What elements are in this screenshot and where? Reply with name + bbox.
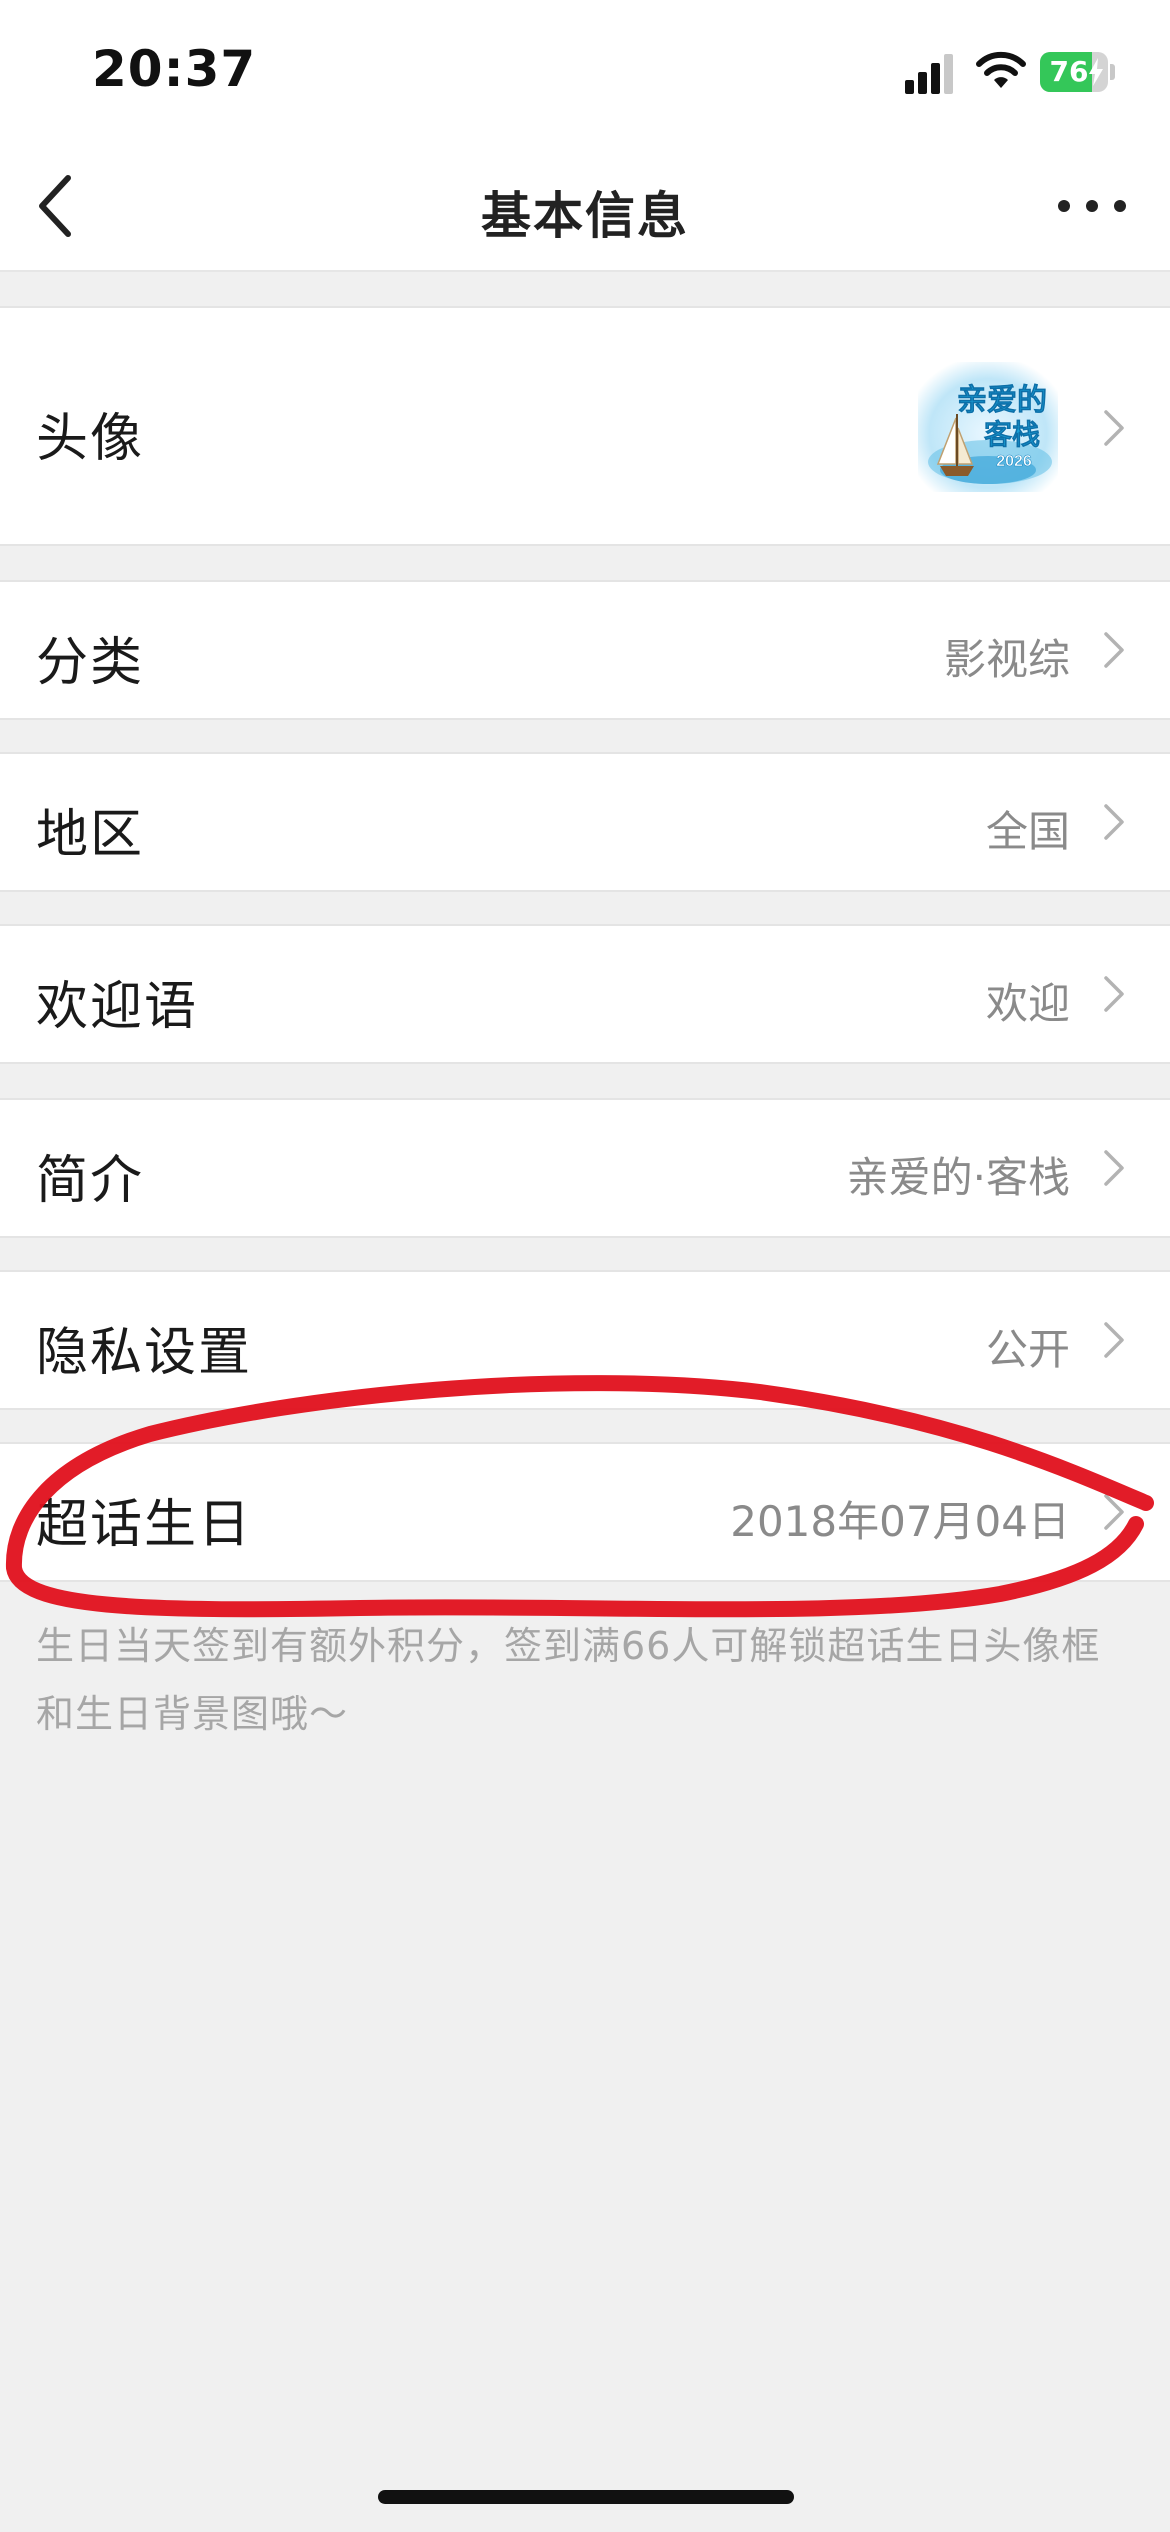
wifi-icon [976,51,1026,88]
battery-icon: 76 [1040,52,1108,92]
row-label-category: 分类 [36,633,145,693]
row-label-welcome: 欢迎语 [36,977,199,1037]
row-label-region: 地区 [36,805,145,865]
intro-row[interactable]: 简介 亲爱的·客栈 [0,1098,1170,1238]
signal-icon [905,54,953,94]
row-value-birthday: 2018年07月04日 [730,1497,1070,1546]
svg-text:亲爱的: 亲爱的 [957,384,1047,417]
row-label-privacy: 隐私设置 [36,1323,253,1383]
nav-bar: 基本信息 [0,140,1170,272]
status-time: 20:37 [92,40,257,98]
region-row[interactable]: 地区 全国 [0,752,1170,892]
chevron-right-icon [1104,976,1124,1012]
chevron-right-icon [1104,1494,1124,1530]
row-value-category: 影视综 [943,635,1070,684]
status-bar: 20:37 76 [0,0,1170,140]
birthday-footnote: 生日当天签到有额外积分，签到满66人可解锁超话生日头像框和生日背景图哦～ [36,1624,1101,1736]
avatar-row[interactable]: 头像 亲爱的 客栈 2026 [0,306,1170,546]
avatar[interactable]: 亲爱的 客栈 2026 [918,362,1058,492]
welcome-row[interactable]: 欢迎语 欢迎 [0,924,1170,1064]
chevron-right-icon [1104,1150,1124,1186]
privacy-row[interactable]: 隐私设置 公开 [0,1270,1170,1410]
row-label-intro: 简介 [36,1151,145,1211]
row-value-privacy: 公开 [985,1325,1070,1374]
row-value-region: 全国 [985,807,1070,856]
chevron-right-icon [1104,804,1124,840]
birthday-row[interactable]: 超话生日 2018年07月04日 [0,1442,1170,1582]
chevron-right-icon [1104,410,1124,446]
chevron-right-icon [1104,632,1124,668]
category-row[interactable]: 分类 影视综 [0,580,1170,720]
row-label-avatar: 头像 [36,409,145,469]
battery-cap [1110,64,1115,80]
svg-text:客栈: 客栈 [984,418,1040,450]
chevron-right-icon [1104,1322,1124,1358]
page-title: 基本信息 [481,187,689,245]
charging-bolt-icon [1089,58,1103,86]
more-button[interactable] [1052,186,1132,226]
row-value-intro: 亲爱的·客栈 [846,1153,1070,1202]
avatar-year: 2026 [996,453,1032,470]
more-dots-icon [1058,200,1126,212]
home-indicator[interactable] [378,2490,794,2504]
row-label-birthday: 超话生日 [36,1495,253,1555]
row-value-welcome: 欢迎 [985,979,1070,1028]
